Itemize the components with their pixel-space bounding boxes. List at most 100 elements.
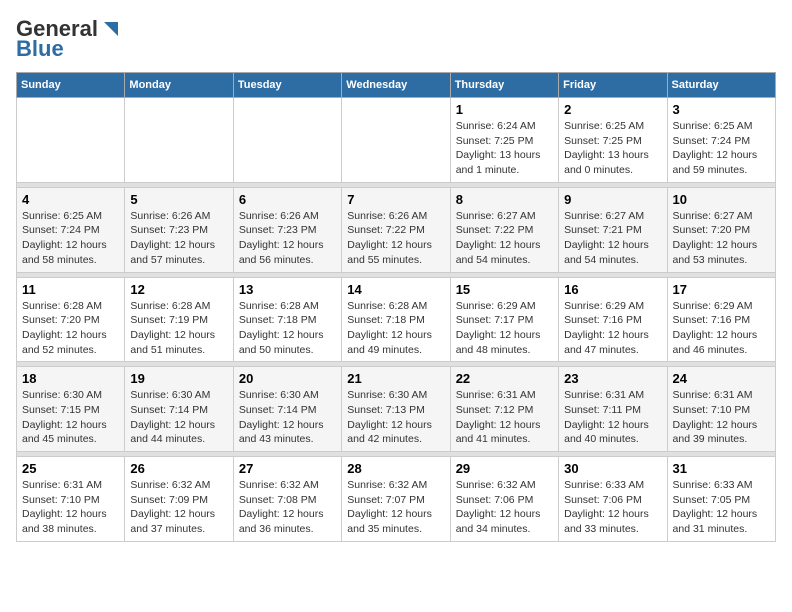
calendar-cell: 8 Sunrise: 6:27 AM Sunset: 7:22 PM Daylig… bbox=[450, 187, 558, 272]
calendar-cell bbox=[17, 98, 125, 183]
day-info: Sunrise: 6:32 AM Sunset: 7:08 PM Dayligh… bbox=[239, 478, 336, 537]
day-info: Sunrise: 6:28 AM Sunset: 7:18 PM Dayligh… bbox=[239, 299, 336, 358]
calendar-cell: 11 Sunrise: 6:28 AM Sunset: 7:20 PM Dayli… bbox=[17, 277, 125, 362]
calendar-cell: 31 Sunrise: 6:33 AM Sunset: 7:05 PM Dayli… bbox=[667, 457, 775, 542]
day-number: 22 bbox=[456, 371, 553, 386]
day-number: 8 bbox=[456, 192, 553, 207]
day-info: Sunrise: 6:28 AM Sunset: 7:18 PM Dayligh… bbox=[347, 299, 444, 358]
day-number: 3 bbox=[673, 102, 770, 117]
calendar-cell: 27 Sunrise: 6:32 AM Sunset: 7:08 PM Dayli… bbox=[233, 457, 341, 542]
calendar-week-2: 4Sunrise: 6:25 AM Sunset: 7:24 PM Daylig… bbox=[17, 187, 776, 272]
day-info: Sunrise: 6:32 AM Sunset: 7:09 PM Dayligh… bbox=[130, 478, 227, 537]
day-info: Sunrise: 6:27 AM Sunset: 7:22 PM Dayligh… bbox=[456, 209, 553, 268]
day-info: Sunrise: 6:33 AM Sunset: 7:06 PM Dayligh… bbox=[564, 478, 661, 537]
day-number: 10 bbox=[673, 192, 770, 207]
day-info: Sunrise: 6:31 AM Sunset: 7:11 PM Dayligh… bbox=[564, 388, 661, 447]
day-number: 23 bbox=[564, 371, 661, 386]
day-info: Sunrise: 6:29 AM Sunset: 7:16 PM Dayligh… bbox=[564, 299, 661, 358]
calendar-cell: 9Sunrise: 6:27 AM Sunset: 7:21 PM Daylig… bbox=[559, 187, 667, 272]
day-number: 9 bbox=[564, 192, 661, 207]
calendar-cell: 13Sunrise: 6:28 AM Sunset: 7:18 PM Dayli… bbox=[233, 277, 341, 362]
calendar-cell: 16 Sunrise: 6:29 AM Sunset: 7:16 PM Dayli… bbox=[559, 277, 667, 362]
col-header-wednesday: Wednesday bbox=[342, 73, 450, 98]
day-info: Sunrise: 6:28 AM Sunset: 7:19 PM Dayligh… bbox=[130, 299, 227, 358]
day-info: Sunrise: 6:30 AM Sunset: 7:14 PM Dayligh… bbox=[239, 388, 336, 447]
day-number: 28 bbox=[347, 461, 444, 476]
day-number: 20 bbox=[239, 371, 336, 386]
day-number: 12 bbox=[130, 282, 227, 297]
day-info: Sunrise: 6:28 AM Sunset: 7:20 PM Dayligh… bbox=[22, 299, 119, 358]
calendar-cell: 15 Sunrise: 6:29 AM Sunset: 7:17 PM Dayli… bbox=[450, 277, 558, 362]
day-number: 27 bbox=[239, 461, 336, 476]
day-info: Sunrise: 6:32 AM Sunset: 7:06 PM Dayligh… bbox=[456, 478, 553, 537]
day-number: 31 bbox=[673, 461, 770, 476]
day-number: 7 bbox=[347, 192, 444, 207]
day-number: 18 bbox=[22, 371, 119, 386]
day-number: 19 bbox=[130, 371, 227, 386]
calendar-cell: 18 Sunrise: 6:30 AM Sunset: 7:15 PM Dayli… bbox=[17, 367, 125, 452]
day-info: Sunrise: 6:29 AM Sunset: 7:17 PM Dayligh… bbox=[456, 299, 553, 358]
calendar-cell: 19Sunrise: 6:30 AM Sunset: 7:14 PM Dayli… bbox=[125, 367, 233, 452]
calendar-week-5: 25 Sunrise: 6:31 AM Sunset: 7:10 PM Dayli… bbox=[17, 457, 776, 542]
day-number: 2 bbox=[564, 102, 661, 117]
calendar-cell: 3 Sunrise: 6:25 AM Sunset: 7:24 PM Daylig… bbox=[667, 98, 775, 183]
calendar-cell bbox=[342, 98, 450, 183]
calendar-cell bbox=[233, 98, 341, 183]
day-number: 15 bbox=[456, 282, 553, 297]
calendar-cell: 2Sunrise: 6:25 AM Sunset: 7:25 PM Daylig… bbox=[559, 98, 667, 183]
day-number: 14 bbox=[347, 282, 444, 297]
col-header-friday: Friday bbox=[559, 73, 667, 98]
day-info: Sunrise: 6:30 AM Sunset: 7:13 PM Dayligh… bbox=[347, 388, 444, 447]
day-info: Sunrise: 6:30 AM Sunset: 7:15 PM Dayligh… bbox=[22, 388, 119, 447]
day-number: 30 bbox=[564, 461, 661, 476]
calendar-cell: 10 Sunrise: 6:27 AM Sunset: 7:20 PM Dayli… bbox=[667, 187, 775, 272]
calendar-cell: 6 Sunrise: 6:26 AM Sunset: 7:23 PM Daylig… bbox=[233, 187, 341, 272]
calendar-week-4: 18 Sunrise: 6:30 AM Sunset: 7:15 PM Dayli… bbox=[17, 367, 776, 452]
day-number: 21 bbox=[347, 371, 444, 386]
day-number: 16 bbox=[564, 282, 661, 297]
col-header-sunday: Sunday bbox=[17, 73, 125, 98]
logo-blue: Blue bbox=[16, 36, 64, 62]
logo: General Blue bbox=[16, 16, 122, 62]
day-info: Sunrise: 6:31 AM Sunset: 7:12 PM Dayligh… bbox=[456, 388, 553, 447]
day-info: Sunrise: 6:31 AM Sunset: 7:10 PM Dayligh… bbox=[673, 388, 770, 447]
day-info: Sunrise: 6:25 AM Sunset: 7:24 PM Dayligh… bbox=[673, 119, 770, 178]
day-info: Sunrise: 6:32 AM Sunset: 7:07 PM Dayligh… bbox=[347, 478, 444, 537]
day-info: Sunrise: 6:31 AM Sunset: 7:10 PM Dayligh… bbox=[22, 478, 119, 537]
day-info: Sunrise: 6:33 AM Sunset: 7:05 PM Dayligh… bbox=[673, 478, 770, 537]
day-number: 26 bbox=[130, 461, 227, 476]
calendar-cell: 23 Sunrise: 6:31 AM Sunset: 7:11 PM Dayli… bbox=[559, 367, 667, 452]
calendar-cell: 26 Sunrise: 6:32 AM Sunset: 7:09 PM Dayli… bbox=[125, 457, 233, 542]
page-header: General Blue bbox=[16, 16, 776, 62]
day-number: 24 bbox=[673, 371, 770, 386]
calendar-cell: 12 Sunrise: 6:28 AM Sunset: 7:19 PM Dayli… bbox=[125, 277, 233, 362]
day-number: 17 bbox=[673, 282, 770, 297]
calendar-cell: 30 Sunrise: 6:33 AM Sunset: 7:06 PM Dayli… bbox=[559, 457, 667, 542]
calendar-cell: 14 Sunrise: 6:28 AM Sunset: 7:18 PM Dayli… bbox=[342, 277, 450, 362]
calendar-cell: 7 Sunrise: 6:26 AM Sunset: 7:22 PM Daylig… bbox=[342, 187, 450, 272]
calendar-table: SundayMondayTuesdayWednesdayThursdayFrid… bbox=[16, 72, 776, 542]
day-info: Sunrise: 6:27 AM Sunset: 7:20 PM Dayligh… bbox=[673, 209, 770, 268]
day-number: 29 bbox=[456, 461, 553, 476]
day-number: 6 bbox=[239, 192, 336, 207]
calendar-cell bbox=[125, 98, 233, 183]
calendar-cell: 28 Sunrise: 6:32 AM Sunset: 7:07 PM Dayli… bbox=[342, 457, 450, 542]
col-header-thursday: Thursday bbox=[450, 73, 558, 98]
calendar-cell: 1 Sunrise: 6:24 AM Sunset: 7:25 PM Daylig… bbox=[450, 98, 558, 183]
day-info: Sunrise: 6:26 AM Sunset: 7:22 PM Dayligh… bbox=[347, 209, 444, 268]
day-info: Sunrise: 6:26 AM Sunset: 7:23 PM Dayligh… bbox=[239, 209, 336, 268]
calendar-week-1: 1 Sunrise: 6:24 AM Sunset: 7:25 PM Daylig… bbox=[17, 98, 776, 183]
day-number: 11 bbox=[22, 282, 119, 297]
day-info: Sunrise: 6:24 AM Sunset: 7:25 PM Dayligh… bbox=[456, 119, 553, 178]
calendar-cell: 22 Sunrise: 6:31 AM Sunset: 7:12 PM Dayli… bbox=[450, 367, 558, 452]
logo-arrow-icon bbox=[100, 18, 122, 40]
calendar-cell: 20 Sunrise: 6:30 AM Sunset: 7:14 PM Dayli… bbox=[233, 367, 341, 452]
header-row: SundayMondayTuesdayWednesdayThursdayFrid… bbox=[17, 73, 776, 98]
day-number: 1 bbox=[456, 102, 553, 117]
calendar-cell: 24 Sunrise: 6:31 AM Sunset: 7:10 PM Dayli… bbox=[667, 367, 775, 452]
col-header-monday: Monday bbox=[125, 73, 233, 98]
calendar-cell: 5Sunrise: 6:26 AM Sunset: 7:23 PM Daylig… bbox=[125, 187, 233, 272]
calendar-cell: 21 Sunrise: 6:30 AM Sunset: 7:13 PM Dayli… bbox=[342, 367, 450, 452]
day-info: Sunrise: 6:25 AM Sunset: 7:24 PM Dayligh… bbox=[22, 209, 119, 268]
day-number: 25 bbox=[22, 461, 119, 476]
